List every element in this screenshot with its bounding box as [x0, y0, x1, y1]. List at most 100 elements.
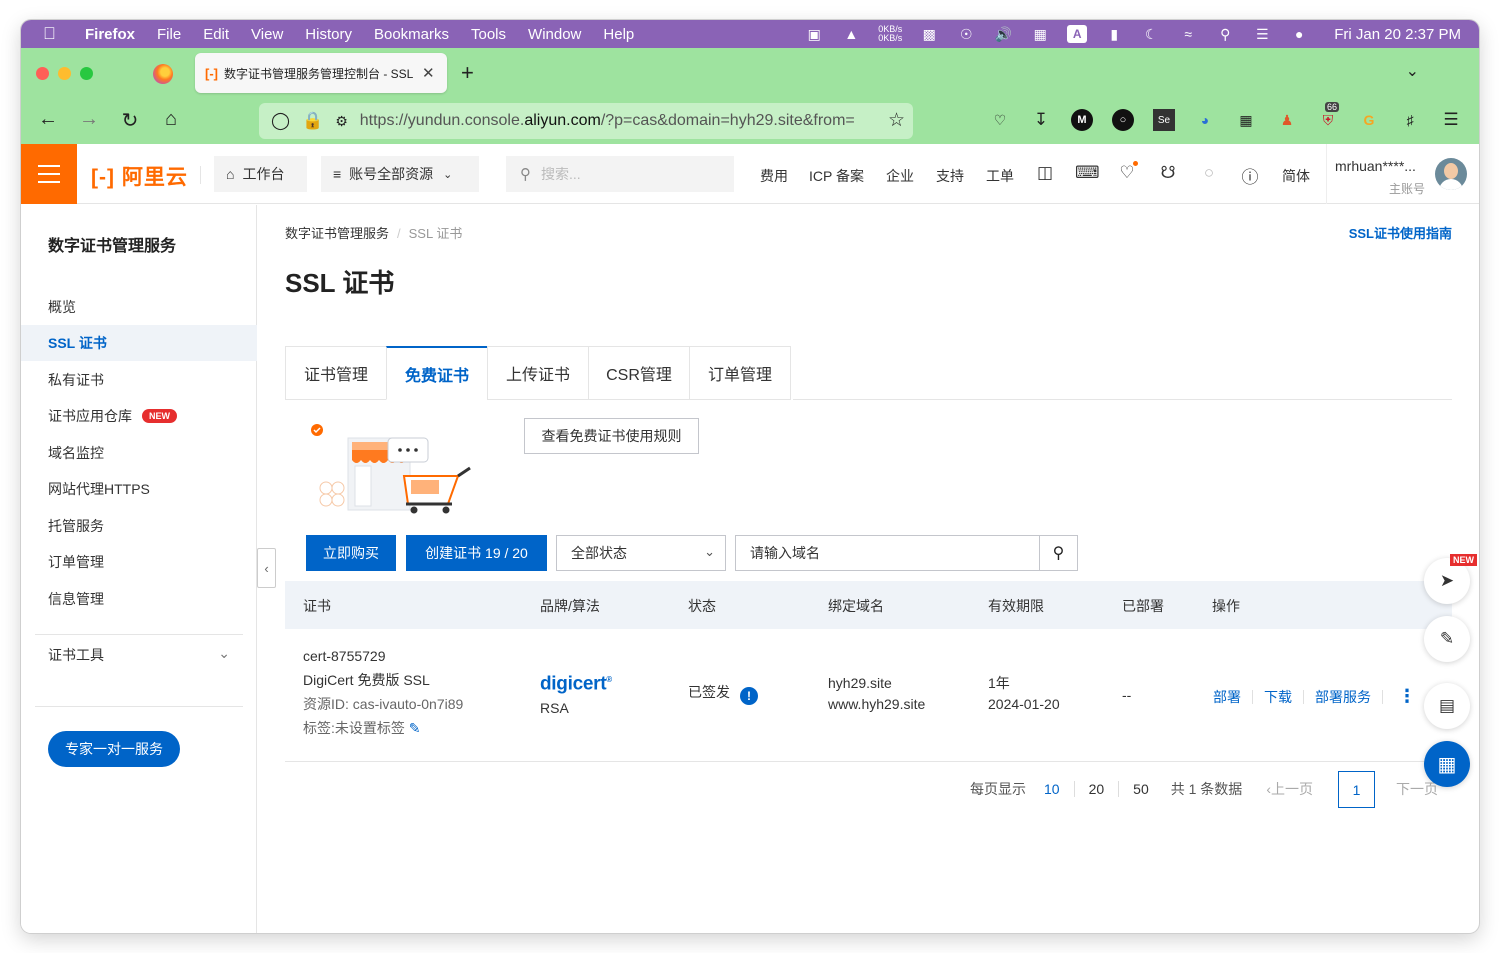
edit-float-button[interactable]: ✎	[1424, 616, 1470, 662]
zoom-window-button[interactable]	[80, 67, 93, 80]
input-method-icon[interactable]: A	[1067, 25, 1088, 43]
menu-window[interactable]: Window	[528, 26, 581, 43]
sidebar-item-https-proxy[interactable]: 网站代理HTTPS	[21, 471, 257, 507]
sidebar-item-ssl[interactable]: SSL 证书	[21, 325, 257, 361]
breadcrumb-root[interactable]: 数字证书管理服务	[285, 226, 389, 241]
ublock-icon[interactable]: ⛨ 66	[1317, 102, 1340, 131]
extension-figure-icon[interactable]: ♟	[1276, 109, 1298, 131]
menu-tools[interactable]: Tools	[471, 26, 506, 43]
siri-icon[interactable]: ●	[1289, 25, 1309, 43]
tab-csr[interactable]: CSR管理	[588, 346, 690, 400]
extension-globe-icon[interactable]: ◕	[1194, 109, 1216, 131]
control-center-icon[interactable]: ☰	[1252, 25, 1272, 43]
firefox-icon[interactable]	[153, 64, 173, 84]
extensions-puzzle-icon[interactable]: ♯	[1399, 109, 1421, 131]
chat-float-button[interactable]: ▤	[1424, 683, 1470, 729]
layout-icon[interactable]: ▦	[1030, 25, 1050, 43]
photo-icon[interactable]: ▣	[804, 25, 824, 43]
expert-service-button[interactable]: 专家一对一服务	[48, 731, 180, 767]
sidebar-item-hosting[interactable]: 托管服务	[21, 508, 257, 544]
sidebar-item-overview[interactable]: 概览	[21, 289, 257, 325]
bookmark-star-icon[interactable]: ☆	[888, 109, 905, 132]
help-icon[interactable]: ⓘ	[1239, 163, 1261, 188]
page-size-10[interactable]: 10	[1030, 781, 1075, 797]
cat-icon[interactable]: ▲	[841, 25, 861, 43]
close-window-button[interactable]	[36, 67, 49, 80]
header-link-enterprise[interactable]: 企业	[886, 166, 914, 186]
browser-tab-active[interactable]: [-] 数字证书管理服务管理控制台 - SSL ✕	[195, 53, 447, 93]
menu-bookmarks[interactable]: Bookmarks	[374, 26, 449, 43]
resources-dropdown[interactable]: ≡ 账号全部资源 ⌄	[321, 156, 479, 192]
ssl-guide-link[interactable]: SSL证书使用指南	[1349, 223, 1452, 242]
menu-edit[interactable]: Edit	[203, 26, 229, 43]
spotlight-icon[interactable]: ⚲	[1215, 25, 1235, 43]
free-cert-rules-button[interactable]: 查看免费证书使用规则	[524, 418, 699, 454]
apps-float-button[interactable]: ▦	[1424, 741, 1470, 787]
permissions-icon[interactable]: ⚙	[335, 113, 348, 130]
moon-icon[interactable]: ☾	[1141, 25, 1161, 43]
minimize-window-button[interactable]	[58, 67, 71, 80]
close-tab-icon[interactable]: ✕	[422, 64, 435, 82]
menu-view[interactable]: View	[251, 26, 283, 43]
lock-icon[interactable]: 🔒	[302, 111, 323, 131]
sidebar-item-private-cert[interactable]: 私有证书	[21, 362, 257, 398]
sidebar-cert-tools[interactable]: 证书工具 ⌄	[48, 645, 230, 665]
onepassword-icon[interactable]: ☉	[956, 25, 976, 43]
domain-search-input[interactable]: 请输入域名 ⚲	[735, 535, 1078, 571]
buy-now-button[interactable]: 立即购买	[306, 535, 396, 571]
sidebar-item-info[interactable]: 信息管理	[21, 581, 257, 617]
terminal-icon[interactable]: ⌨	[1075, 163, 1100, 183]
app-icon[interactable]: ◫	[1034, 163, 1056, 183]
selenium-icon[interactable]: Se	[1153, 109, 1175, 131]
page-size-20[interactable]: 20	[1075, 781, 1120, 797]
extension-m-icon[interactable]: M	[1071, 109, 1093, 131]
back-arrow-icon[interactable]: ←	[35, 108, 61, 131]
page-number-current[interactable]: 1	[1338, 771, 1375, 808]
info-icon[interactable]: !	[740, 687, 758, 705]
menu-clock[interactable]: Fri Jan 20 2:37 PM	[1334, 26, 1461, 43]
header-link-icp[interactable]: ICP 备案	[809, 166, 864, 186]
menu-file[interactable]: File	[157, 26, 181, 43]
monitor-icon[interactable]: ▩	[919, 25, 939, 43]
avatar[interactable]	[1435, 158, 1467, 190]
apple-icon[interactable]: 	[43, 24, 69, 44]
lightbulb-icon[interactable]: ○	[1198, 163, 1220, 183]
sidebar-item-cert-repo[interactable]: 证书应用仓库 NEW	[21, 398, 257, 434]
header-link-support[interactable]: 支持	[936, 166, 964, 186]
battery-icon[interactable]: ▮	[1104, 25, 1124, 43]
aliyun-logo[interactable]: [-] 阿里云	[91, 161, 188, 191]
deploy-link[interactable]: 部署	[1213, 687, 1241, 707]
page-size-50[interactable]: 50	[1119, 781, 1163, 797]
tab-free-cert[interactable]: 免费证书	[386, 346, 488, 400]
pocket-icon[interactable]: ♡	[989, 109, 1011, 131]
language-switch[interactable]: 简体	[1282, 166, 1310, 186]
more-actions-icon[interactable]: ⋮	[1398, 686, 1416, 707]
notification-bell-icon[interactable]: ♡	[1116, 161, 1138, 183]
tab-upload-cert[interactable]: 上传证书	[487, 346, 589, 400]
sidebar-item-orders[interactable]: 订单管理	[21, 544, 257, 580]
reload-icon[interactable]: ↻	[117, 108, 143, 133]
download-link[interactable]: 下载	[1264, 687, 1292, 707]
qr-code-icon[interactable]: ▦	[1235, 109, 1257, 131]
tab-order-management[interactable]: 订单管理	[689, 346, 791, 400]
list-tabs-chevron-icon[interactable]: ⌄	[1406, 61, 1419, 81]
menu-app-name[interactable]: Firefox	[85, 26, 135, 43]
prev-page-button[interactable]: ‹上一页	[1266, 779, 1313, 799]
new-tab-button[interactable]: +	[461, 60, 474, 86]
header-link-billing[interactable]: 费用	[760, 166, 788, 186]
status-filter-select[interactable]: 全部状态 ⌄	[556, 535, 726, 571]
wifi-icon[interactable]: ≈	[1178, 25, 1198, 43]
app-menu-icon[interactable]: ☰	[1440, 109, 1462, 131]
shield-icon[interactable]: ◯	[271, 111, 290, 131]
user-menu[interactable]: mrhuan****... 主账号	[1326, 144, 1436, 204]
download-icon[interactable]: ↧	[1030, 109, 1052, 131]
volume-icon[interactable]: 🔊	[993, 25, 1013, 43]
extension-g-icon[interactable]: G	[1358, 109, 1380, 131]
deploy-service-link[interactable]: 部署服务	[1315, 687, 1371, 707]
extension-circle-icon[interactable]: ○	[1112, 109, 1134, 131]
create-cert-button[interactable]: 创建证书 19 / 20	[406, 535, 547, 571]
hamburger-menu-button[interactable]	[21, 144, 77, 204]
forward-arrow-icon[interactable]: →	[76, 108, 102, 131]
cart-icon[interactable]: ☋	[1157, 163, 1179, 183]
edit-tag-icon[interactable]: ✎	[409, 720, 421, 736]
